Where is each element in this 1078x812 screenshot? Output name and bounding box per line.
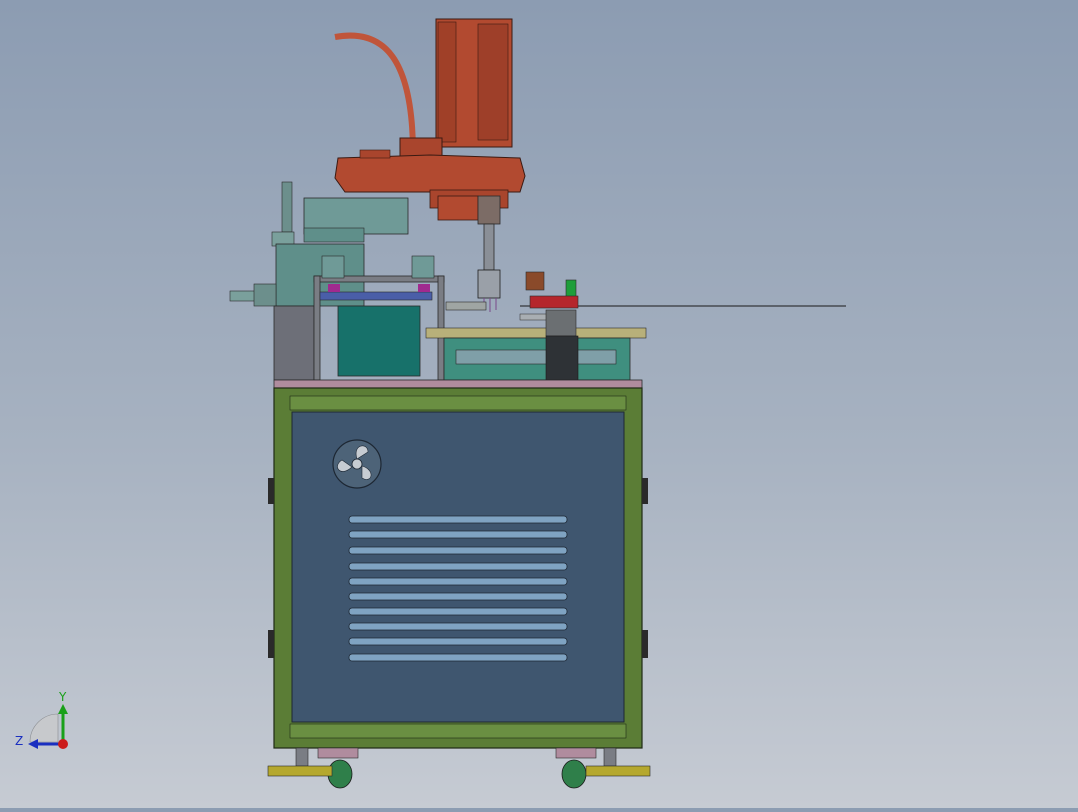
orientation-triad: Y Z — [15, 690, 68, 749]
robot-arm — [334, 154, 526, 193]
feeder-frame[interactable] — [313, 255, 445, 381]
cooling-fan — [332, 439, 382, 489]
cabinet[interactable] — [268, 387, 648, 749]
linear-slide[interactable] — [425, 301, 647, 381]
triad-z-label: Z — [15, 734, 23, 748]
casters — [317, 747, 597, 789]
cad-viewport[interactable]: Y Z — [0, 0, 1078, 808]
x-axis-dot — [58, 739, 68, 749]
table-top — [273, 379, 643, 389]
teal-block — [337, 305, 421, 377]
triad-y-label: Y — [58, 690, 67, 704]
assembly-drawing: Y Z — [15, 18, 846, 789]
robot-cable — [334, 32, 416, 151]
robot-gripper — [477, 269, 501, 299]
robot-spindle — [483, 223, 495, 271]
